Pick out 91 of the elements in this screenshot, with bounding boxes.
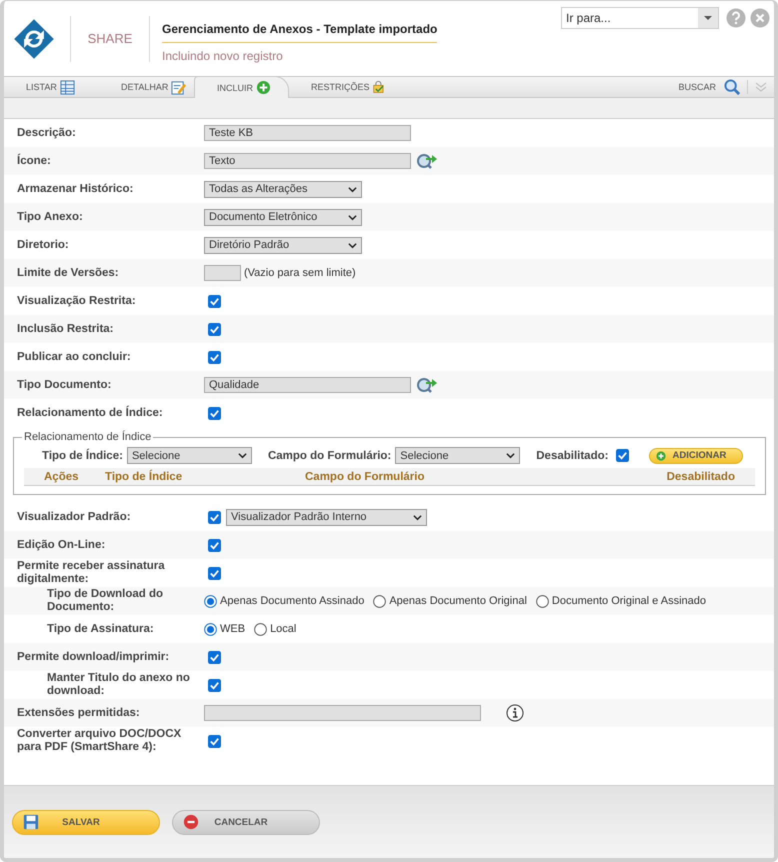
dropdown[interactable]: Selecione bbox=[395, 447, 520, 464]
field-label: Limite de Versões: bbox=[16, 266, 120, 280]
field-label: Visualizador Padrão: bbox=[16, 510, 132, 524]
field-label: Visualização Restrita: bbox=[16, 294, 137, 308]
filter-label: Campo do Formulário: bbox=[268, 450, 392, 462]
dropdown[interactable]: Selecione bbox=[126, 447, 252, 464]
field-label: Relacionamento de Índice: bbox=[16, 406, 164, 420]
plus-icon[interactable] bbox=[656, 450, 666, 460]
column-header: Ações bbox=[43, 470, 80, 482]
field-label: Ícone: bbox=[16, 154, 52, 168]
checkbox[interactable] bbox=[208, 678, 221, 692]
checkbox[interactable] bbox=[208, 510, 221, 524]
column-header: Campo do Formulário bbox=[305, 470, 426, 482]
info-icon bbox=[506, 704, 524, 722]
radio-label: WEB bbox=[220, 623, 246, 635]
filter-label: Tipo de Índice: bbox=[42, 450, 123, 462]
column-header: Desabilitado bbox=[666, 470, 736, 482]
checkbox[interactable] bbox=[208, 650, 221, 664]
radio-label: Apenas Documento Original bbox=[389, 595, 527, 607]
caret-icon[interactable] bbox=[348, 184, 357, 194]
search-label[interactable]: BUSCAR bbox=[678, 82, 716, 92]
minus-circle-icon[interactable] bbox=[183, 814, 199, 830]
checkbox[interactable] bbox=[208, 350, 221, 364]
text-field[interactable]: Teste KB bbox=[204, 125, 411, 141]
page-subtitle: Incluindo novo registro bbox=[162, 49, 284, 63]
caret-icon[interactable] bbox=[348, 212, 357, 222]
number-field[interactable] bbox=[204, 265, 241, 281]
edit-icon[interactable] bbox=[171, 80, 186, 94]
checkbox[interactable] bbox=[208, 322, 221, 336]
radio-button[interactable] bbox=[204, 622, 217, 636]
text-field[interactable] bbox=[204, 705, 481, 721]
tab[interactable]: LISTAR bbox=[4, 77, 99, 97]
field-label: Tipo Anexo: bbox=[16, 210, 84, 224]
hint-text: (Vazio para sem limite) bbox=[244, 267, 356, 279]
field-label: Edição On-Line: bbox=[16, 538, 106, 552]
logo-icon bbox=[12, 16, 56, 60]
field-label: Tipo de Assinatura: bbox=[46, 622, 155, 636]
text-field[interactable]: Texto bbox=[204, 153, 411, 169]
table-icon[interactable] bbox=[60, 80, 75, 94]
radio-button[interactable] bbox=[204, 594, 217, 608]
checkbox[interactable] bbox=[208, 538, 221, 552]
field-label: Descrição: bbox=[16, 126, 77, 140]
checkbox[interactable] bbox=[616, 449, 630, 462]
field-label: Permite receber assinatura digitalmente: bbox=[16, 560, 166, 586]
filter-label: Desabilitado: bbox=[536, 450, 608, 462]
radio-button[interactable] bbox=[536, 594, 549, 608]
checkbox[interactable] bbox=[208, 734, 221, 748]
lookup-icon[interactable] bbox=[416, 376, 438, 394]
dropdown[interactable]: Documento Eletrônico bbox=[204, 208, 362, 226]
checkbox[interactable] bbox=[208, 406, 221, 420]
field-label: Converter arquivo DOC/DOCX para PDF (SmartShare 4): bbox=[16, 728, 182, 754]
radio-label: Apenas Documento Assinado bbox=[220, 595, 364, 607]
save-button[interactable]: SALVAR bbox=[12, 810, 160, 834]
radio-button[interactable] bbox=[373, 594, 386, 608]
caret-icon[interactable] bbox=[348, 240, 357, 250]
tab[interactable]: RESTRIÇÕES bbox=[289, 77, 384, 97]
dropdown[interactable]: Visualizador Padrão Interno bbox=[226, 508, 427, 526]
checkbox[interactable] bbox=[208, 294, 221, 308]
add-button[interactable]: ADICIONAR bbox=[649, 448, 744, 464]
page-title: Gerenciamento de Anexos - Template importado bbox=[162, 22, 438, 43]
column-header: Tipo de Índice bbox=[105, 470, 184, 482]
plus-icon[interactable] bbox=[256, 80, 272, 95]
caret-icon[interactable] bbox=[506, 451, 516, 460]
field-label: Armazenar Histórico: bbox=[16, 182, 134, 196]
field-label: Manter Titulo do anexo no download: bbox=[46, 672, 191, 698]
radio-label: Documento Original e Assinado bbox=[552, 595, 706, 607]
search-icon[interactable] bbox=[724, 78, 741, 96]
tab[interactable]: DETALHAR bbox=[99, 77, 194, 97]
brand-name: SHARE bbox=[86, 31, 134, 46]
radio-button[interactable] bbox=[254, 622, 268, 636]
tab[interactable]: INCLUIR bbox=[194, 76, 289, 98]
field-label: Tipo de Download do Documento: bbox=[46, 588, 164, 614]
text-field[interactable]: Qualidade bbox=[204, 377, 411, 393]
field-label: Diretorio: bbox=[16, 238, 70, 252]
dropdown[interactable]: Diretório Padrão bbox=[204, 236, 362, 254]
field-label: Extensões permitidas: bbox=[16, 706, 141, 720]
field-label: Inclusão Restrita: bbox=[16, 322, 114, 336]
field-label: Permite download/imprimir: bbox=[16, 650, 170, 664]
lock-icon[interactable] bbox=[372, 80, 384, 94]
goto-dropdown[interactable]: Ir para... bbox=[561, 7, 719, 29]
cancel-button[interactable]: CANCELAR bbox=[172, 810, 320, 834]
dropdown[interactable]: Todas as Alterações bbox=[204, 180, 362, 198]
caret-icon[interactable] bbox=[413, 512, 422, 522]
lookup-icon[interactable] bbox=[416, 152, 438, 170]
section-legend: Relacionamento de Índice bbox=[22, 431, 154, 443]
checkbox[interactable] bbox=[208, 566, 221, 580]
field-label: Tipo Documento: bbox=[16, 378, 112, 392]
caret-icon[interactable] bbox=[238, 451, 247, 460]
caret-icon[interactable] bbox=[698, 8, 718, 28]
radio-label: Local bbox=[270, 623, 296, 635]
field-label: Publicar ao concluir: bbox=[16, 350, 132, 364]
